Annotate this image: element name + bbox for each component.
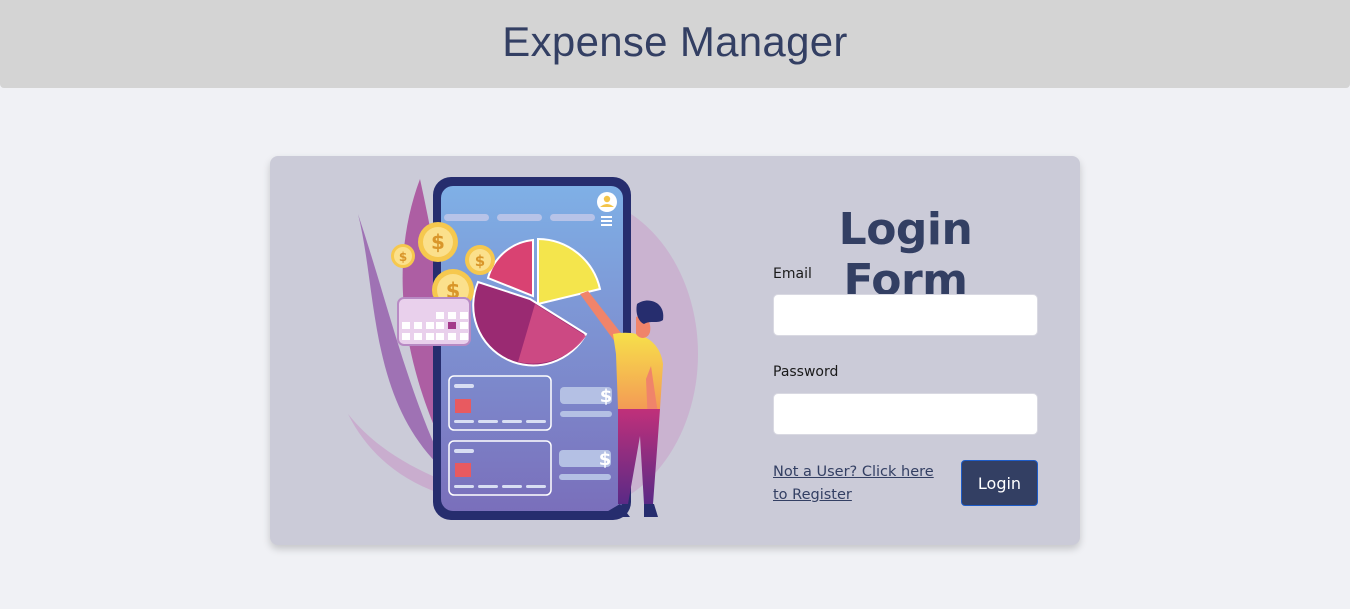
app-title: Expense Manager: [502, 18, 848, 65]
login-form-title: Login Form: [838, 204, 973, 306]
login-button[interactable]: Login: [961, 460, 1038, 506]
finance-app-illustration: $ $ $ $ $ $: [348, 177, 698, 520]
coin-dollar-sign: $: [431, 230, 445, 254]
card-amount-dollar-sign: $: [600, 386, 613, 407]
email-field[interactable]: [773, 294, 1038, 336]
app-header: Expense Manager: [0, 0, 1350, 88]
coin-dollar-sign: $: [399, 250, 407, 264]
password-field[interactable]: [773, 393, 1038, 435]
password-label: Password: [773, 364, 839, 380]
coin-dollar-sign: $: [475, 252, 485, 270]
register-link[interactable]: Not a User? Click here to Register: [773, 461, 948, 507]
email-label: Email: [773, 266, 812, 282]
card-amount-dollar-sign: $: [599, 449, 612, 470]
login-card: $ $ $ $ $ $ Login Form Email Password No…: [270, 156, 1080, 545]
